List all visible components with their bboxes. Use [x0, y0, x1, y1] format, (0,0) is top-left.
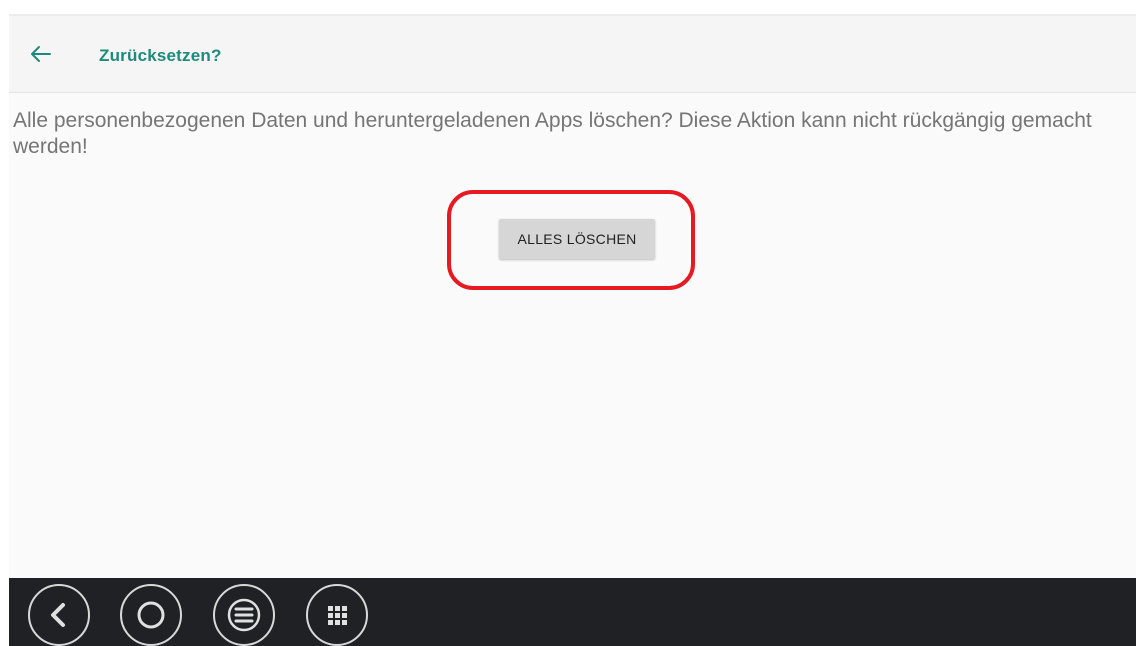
nav-back-button[interactable]: [28, 584, 90, 646]
circle-home-icon: [137, 601, 165, 629]
chevron-left-icon: [51, 603, 65, 627]
app-grid-icon: [328, 606, 347, 625]
arrow-left-icon[interactable]: [29, 44, 53, 64]
navigation-bar: [9, 578, 1136, 646]
erase-all-button[interactable]: ALLES LÖSCHEN: [499, 219, 655, 259]
nav-home-button[interactable]: [120, 584, 182, 646]
hamburger-menu-icon: [227, 598, 261, 632]
nav-menu-button[interactable]: [213, 584, 275, 646]
page-title: Zurücksetzen?: [99, 46, 222, 65]
reset-description: Alle personenbezogenen Daten und herunte…: [13, 109, 1092, 158]
status-bar: [9, 0, 1136, 16]
device-screen: Zurücksetzen? Alle personenbezogenen Dat…: [9, 0, 1136, 646]
app-bar: Zurücksetzen?: [9, 16, 1136, 93]
nav-apps-button[interactable]: [306, 584, 368, 646]
